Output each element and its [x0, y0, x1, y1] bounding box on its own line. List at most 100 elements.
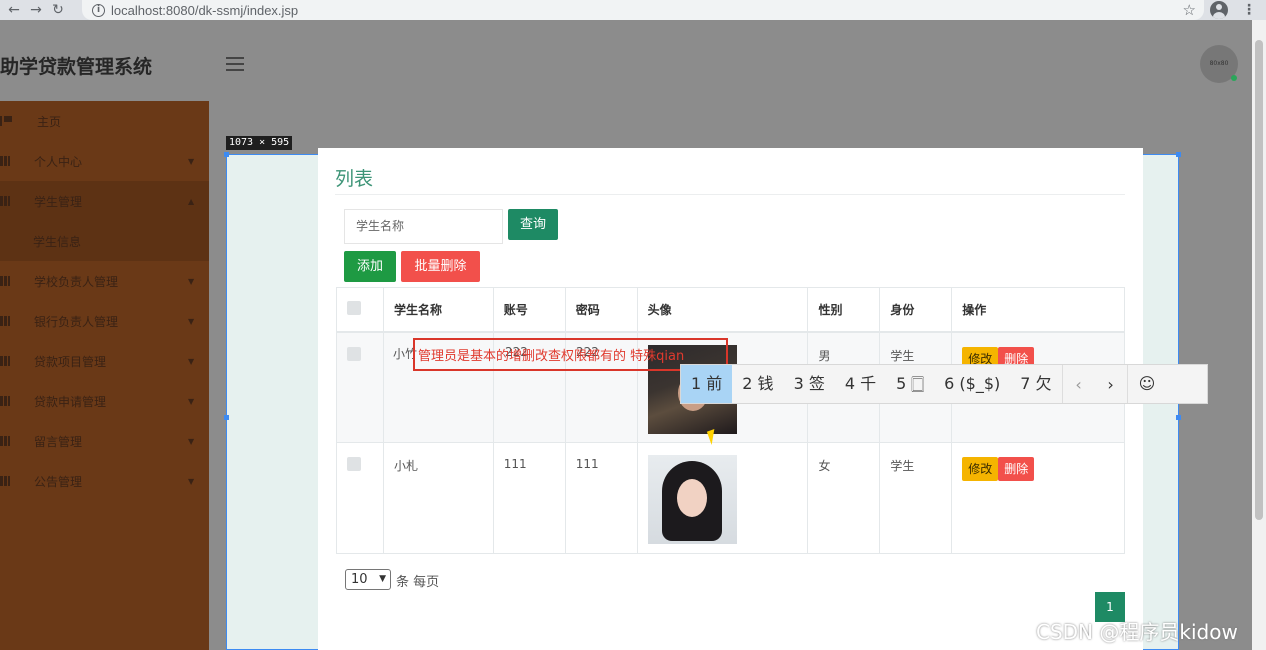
name-cell: 小札 [382, 442, 494, 554]
sidebar-item-bank-manager[interactable]: 银行负责人管理 ▼ [0, 301, 209, 341]
browser-actions: ☆ ⋮ [1183, 0, 1256, 20]
page-scrollbar[interactable] [1252, 20, 1266, 650]
profile-icon[interactable] [1210, 1, 1228, 19]
page-size-select[interactable]: 10 ▼ [345, 569, 391, 590]
sidebar-item-announcements[interactable]: 公告管理 ▼ [0, 461, 209, 501]
grid-icon [0, 436, 10, 446]
select-all-checkbox[interactable] [347, 300, 361, 315]
row-checkbox[interactable] [347, 457, 361, 471]
avatar-cell [636, 442, 809, 554]
column-header: 身份 [879, 287, 953, 333]
ime-candidate[interactable]: 6 ($_$) [934, 365, 1010, 403]
ime-candidate[interactable]: 2 钱 [732, 365, 783, 403]
info-icon[interactable]: i [92, 3, 105, 17]
grid-icon [0, 156, 10, 166]
caret-down-icon: ▼ [188, 436, 195, 446]
sidebar-item-loan-applications[interactable]: 贷款申请管理 ▼ [0, 381, 209, 421]
chevron-down-icon: ▼ [379, 574, 386, 584]
online-status-icon [1231, 75, 1237, 81]
ime-prev-icon[interactable]: ‹ [1063, 375, 1095, 394]
column-header: 学生名称 [382, 287, 494, 333]
ime-candidate[interactable]: 1 前 [681, 365, 733, 403]
column-header: 性别 [807, 287, 881, 333]
caret-down-icon: ▼ [188, 316, 195, 326]
gender-cell: 女 [807, 442, 881, 554]
grid-icon [0, 476, 10, 486]
app-title: 助学贷款管理系统 [0, 56, 153, 78]
menu-icon[interactable]: ⋮ [1242, 2, 1256, 18]
sidebar-item-school-manager[interactable]: 学校负责人管理 ▼ [0, 261, 209, 301]
title-divider [335, 194, 1125, 195]
column-header: 操作 [951, 287, 1125, 333]
search-input[interactable]: 学生名称 [344, 209, 503, 244]
sidebar-item-personal-center[interactable]: 个人中心 ▼ [0, 141, 209, 181]
ime-candidate-bar: 1 前 2 钱 3 签 4 千 5 🀆 6 ($_$) 7 欠 ‹ › ☺ [680, 364, 1208, 404]
ime-next-icon[interactable]: › [1095, 375, 1127, 394]
highlight-handle [224, 415, 229, 420]
row-checkbox[interactable] [347, 346, 361, 361]
query-button[interactable]: 查询 [508, 209, 558, 240]
hamburger-icon[interactable] [226, 57, 244, 71]
edit-button[interactable]: 修改 [962, 457, 999, 481]
scrollbar-thumb[interactable] [1255, 40, 1263, 520]
column-header: 账号 [492, 287, 566, 333]
caret-down-icon: ▼ [188, 356, 195, 366]
back-icon[interactable]: ← [6, 2, 22, 18]
highlight-handle [1176, 152, 1181, 157]
emoji-icon[interactable]: ☺ [1126, 365, 1167, 403]
sidebar-item-label: 学校负责人管理 [34, 274, 119, 289]
ime-candidate[interactable]: 7 欠 [1010, 365, 1061, 403]
user-avatar[interactable]: 80x80 [1200, 45, 1238, 83]
sidebar-item-label: 贷款申请管理 [34, 394, 107, 409]
sidebar-item-label: 贷款项目管理 [34, 354, 107, 369]
page-title: 列表 [335, 168, 374, 190]
ime-candidate[interactable]: 4 千 [835, 365, 886, 403]
star-icon[interactable]: ☆ [1183, 1, 1196, 19]
avatar-text: 80x80 [1209, 60, 1229, 67]
caret-down-icon: ▼ [188, 476, 195, 486]
flag-icon [0, 116, 12, 126]
highlight-handle [1176, 415, 1181, 420]
sidebar-item-label: 个人中心 [34, 154, 83, 169]
row-select-cell[interactable] [336, 331, 384, 443]
forward-icon[interactable]: → [28, 2, 44, 18]
sidebar-subitem-student-info[interactable]: 学生信息 [0, 221, 209, 261]
ime-candidate[interactable]: 5 🀆 [886, 365, 934, 403]
page-size-suffix: 条 每页 [396, 575, 440, 590]
sidebar-item-label: 公告管理 [34, 474, 83, 489]
sidebar-item-label: 主页 [37, 114, 62, 129]
account-cell: 111 [492, 442, 566, 554]
sidebar: 主页 个人中心 ▼ 学生管理 ▲ 学生信息 学校负责人管理 ▼ 银行负责人管理 … [0, 101, 209, 650]
row-select-cell[interactable] [336, 442, 384, 554]
sidebar-subitem-label: 学生信息 [33, 234, 82, 249]
select-all-cell[interactable] [336, 287, 384, 333]
sidebar-item-loan-projects[interactable]: 贷款项目管理 ▼ [0, 341, 209, 381]
caret-down-icon: ▼ [188, 276, 195, 286]
actions-cell: 修改 删除 [951, 442, 1125, 554]
batch-delete-button[interactable]: 批量删除 [401, 251, 480, 282]
app-header: 助学贷款管理系统 80x80 [0, 20, 1252, 101]
delete-button[interactable]: 删除 [998, 457, 1035, 481]
caret-down-icon: ▼ [188, 396, 195, 406]
add-button[interactable]: 添加 [344, 251, 396, 282]
column-header: 密码 [564, 287, 638, 333]
highlight-handle [224, 152, 229, 157]
table-row: 小札 111 111 女 学生 修改 删除 [336, 442, 1125, 554]
address-bar[interactable]: i localhost:8080/dk-ssmj/index.jsp [82, 0, 1204, 20]
ime-candidate[interactable]: 3 签 [784, 365, 835, 403]
page-size-value: 10 [351, 572, 368, 587]
role-cell: 学生 [879, 442, 953, 554]
reload-icon[interactable]: ↻ [50, 2, 66, 18]
annotation-text: 管理员是基本的增删改查权限都有的 特殊qian [418, 349, 685, 364]
sidebar-item-messages[interactable]: 留言管理 ▼ [0, 421, 209, 461]
caret-up-icon: ▲ [188, 196, 195, 206]
sidebar-item-student-management[interactable]: 学生管理 ▲ [0, 181, 209, 221]
sidebar-item-label: 学生管理 [34, 194, 83, 209]
caret-down-icon: ▼ [188, 156, 195, 166]
grid-icon [0, 276, 10, 286]
url-text: localhost:8080/dk-ssmj/index.jsp [111, 2, 299, 18]
grid-icon [0, 316, 10, 326]
sidebar-item-home[interactable]: 主页 [0, 101, 209, 141]
watermark-text: CSDN @程序员kidow [1036, 620, 1238, 644]
student-table: 学生名称 账号 密码 头像 性别 身份 操作 男 学生 修改 删除 小札 111… [336, 287, 1125, 554]
